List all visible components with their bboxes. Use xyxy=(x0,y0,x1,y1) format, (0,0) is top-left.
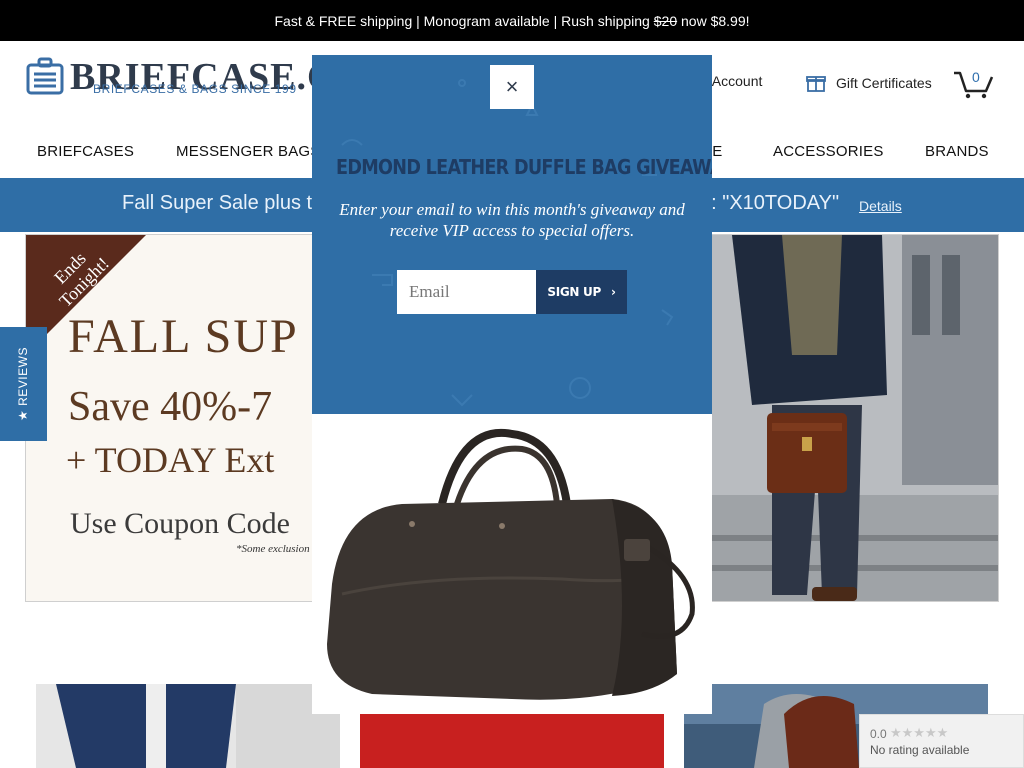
old-price: $20 xyxy=(653,12,678,29)
sign-up-label: SIGN UP xyxy=(547,285,601,299)
announcement-text: Fast & FREE shipping | Monogram availabl… xyxy=(274,12,750,29)
announcement-bar: Fast & FREE shipping | Monogram availabl… xyxy=(0,0,1024,41)
modal-subtitle: Enter your email to win this month's giv… xyxy=(339,200,685,240)
modal-title: EDMOND LEATHER DUFFLE BAG GIVEAWAY! xyxy=(336,155,712,179)
close-button[interactable]: × xyxy=(490,65,534,109)
chevron-right-icon: › xyxy=(610,285,616,299)
product-image-panel xyxy=(312,414,712,714)
email-field[interactable] xyxy=(397,270,537,314)
close-icon: × xyxy=(505,74,519,99)
sign-up-button[interactable]: SIGN UP › xyxy=(536,270,627,314)
duffle-bag-image xyxy=(327,428,695,700)
giveaway-modal: × EDMOND LEATHER DUFFLE BAG GIVEAWAY! En… xyxy=(312,55,712,714)
